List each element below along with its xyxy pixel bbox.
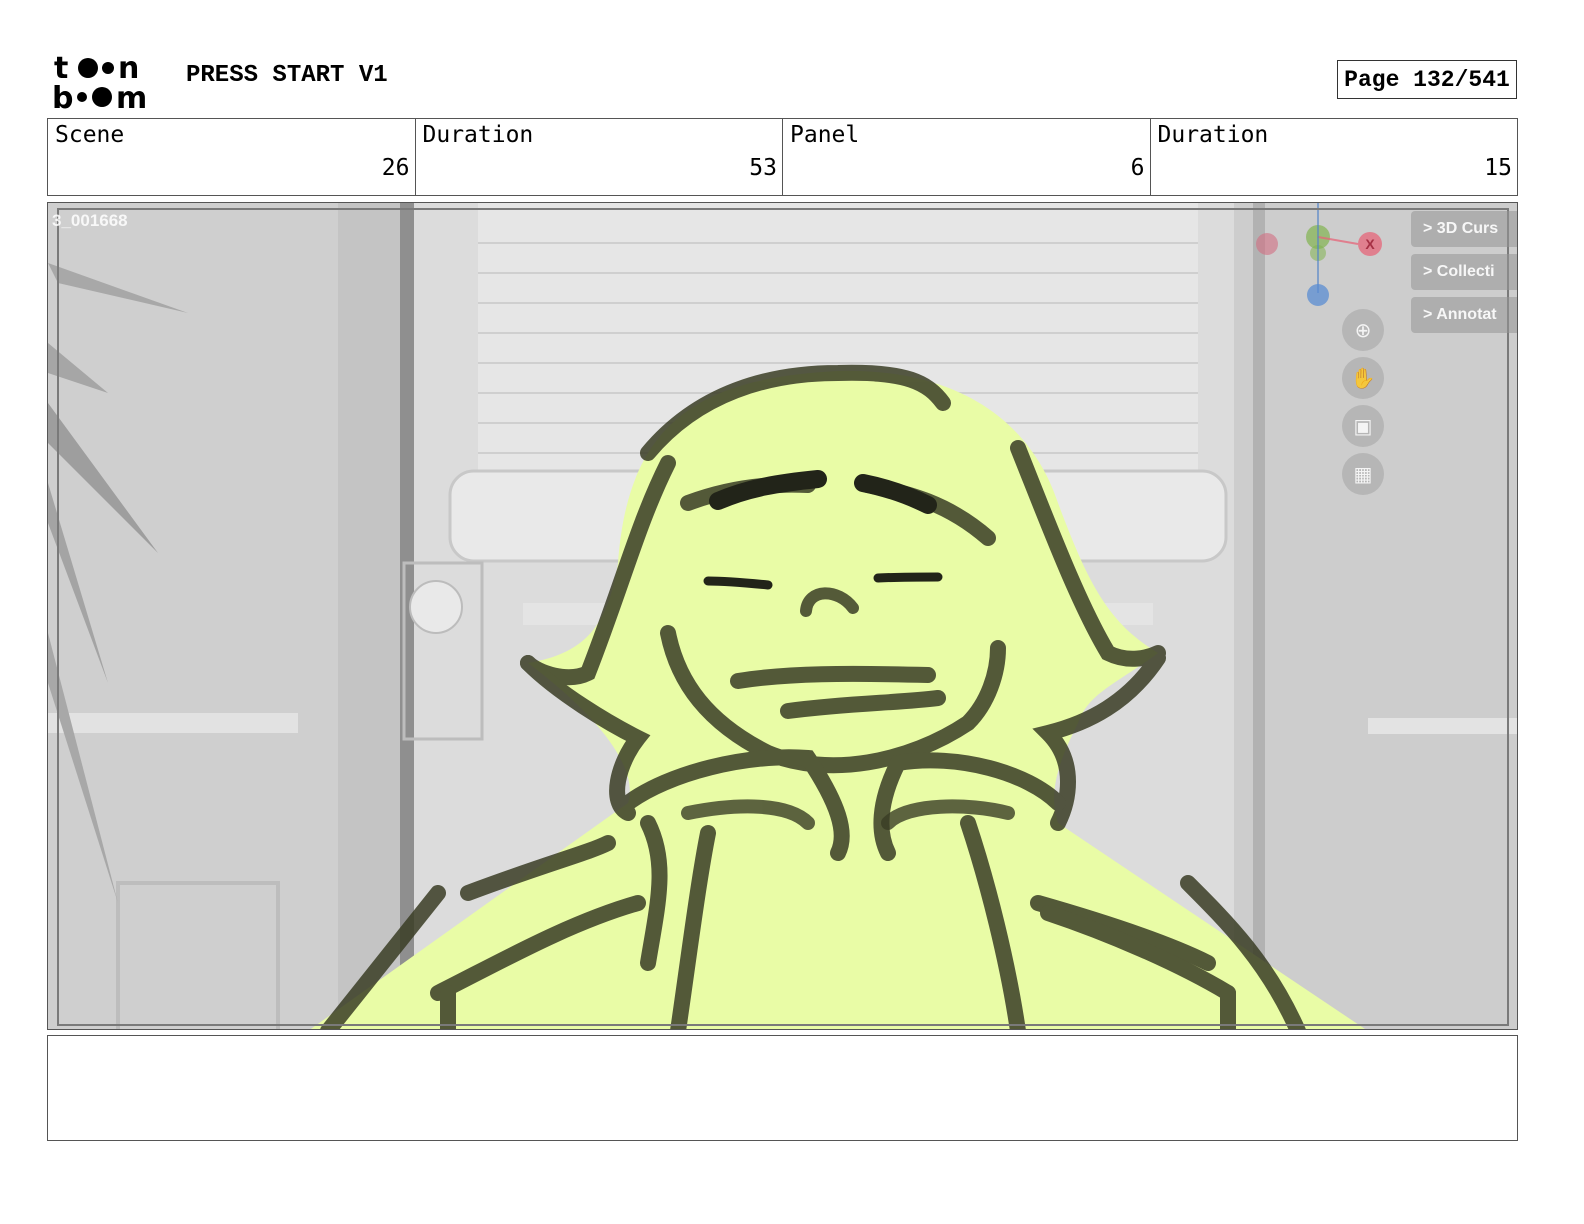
svg-text:m: m	[116, 81, 147, 110]
panel-label: Panel	[790, 122, 860, 148]
hand-icon: ✋	[1342, 357, 1384, 399]
panel-value: 6	[1130, 155, 1145, 181]
scene-cell: Scene 26	[48, 119, 415, 195]
zoom-icon: ⊕	[1342, 309, 1384, 351]
scene-duration-value: 53	[749, 155, 777, 181]
toonboom-logo: t n b m	[52, 52, 164, 110]
panel-drawing	[48, 203, 1517, 1029]
svg-text:b: b	[52, 81, 73, 110]
collections-button: > Collecti	[1411, 254, 1517, 290]
3d-cursor-button: > 3D Curs	[1411, 211, 1517, 247]
panel-cell: Panel 6	[782, 119, 1150, 195]
panel-notes	[47, 1035, 1518, 1141]
storyboard-panel: 3_001668 X > 3D Curs > Collecti > Annota…	[47, 202, 1518, 1030]
project-title: PRESS START V1	[186, 62, 388, 89]
axis-x-gizmo: X	[1358, 232, 1382, 256]
annotations-button: > Annotat	[1411, 297, 1517, 333]
panel-duration-label: Duration	[1157, 122, 1269, 148]
frame-number: 3_001668	[52, 211, 128, 230]
scene-label: Scene	[55, 122, 125, 148]
page-number: Page 132/541	[1337, 60, 1517, 99]
scene-info-row: Scene 26 Duration 53 Panel 6 Duration 15	[47, 118, 1518, 196]
grid-icon: ▦	[1342, 453, 1384, 495]
scene-value: 26	[381, 155, 410, 181]
camera-icon: ▣	[1342, 405, 1384, 447]
panel-duration-cell: Duration 15	[1149, 119, 1518, 195]
scene-duration-label: Duration	[422, 122, 534, 148]
scene-duration-cell: Duration 53	[414, 119, 783, 195]
panel-duration-value: 15	[1484, 155, 1512, 181]
